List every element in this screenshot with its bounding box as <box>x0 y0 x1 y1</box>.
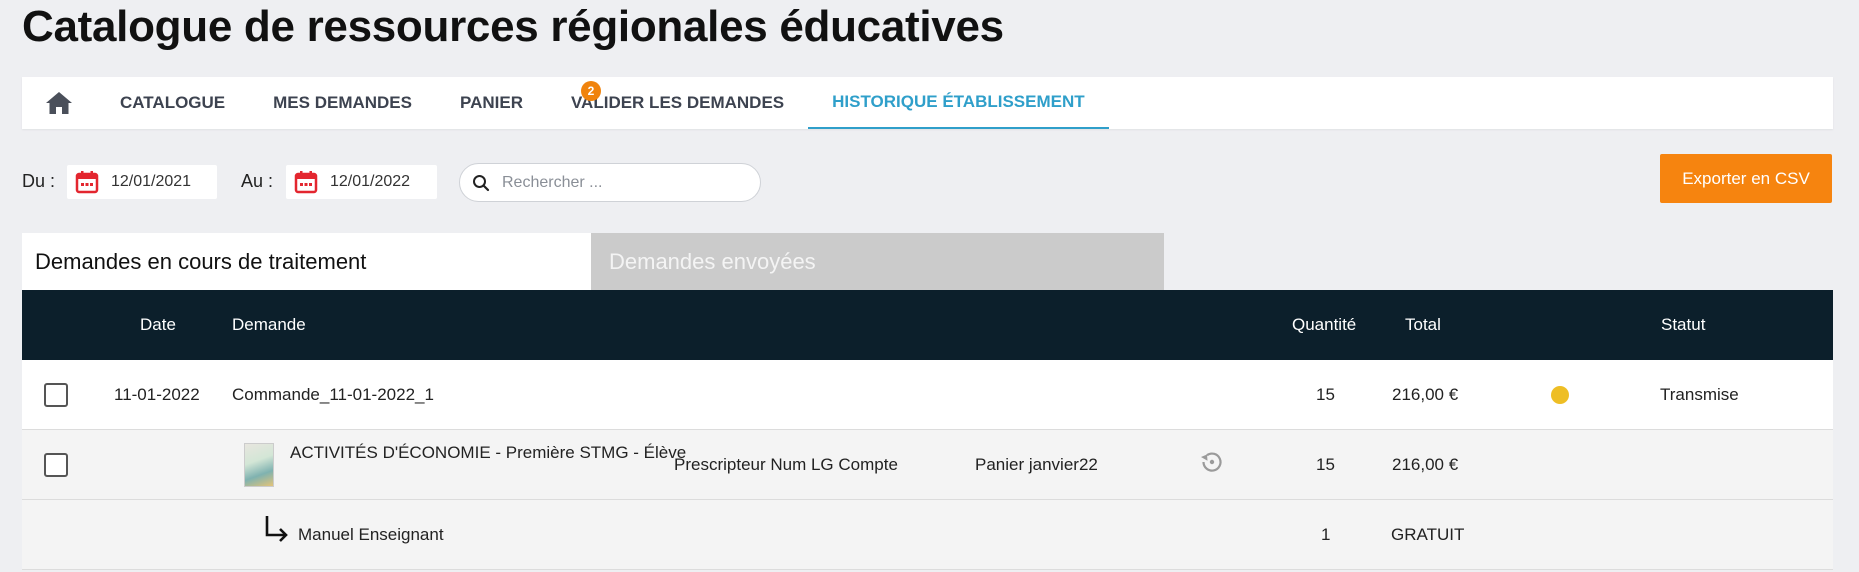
item-basket: Panier janvier22 <box>975 455 1098 474</box>
order-row[interactable]: 11-01-2022 Commande_11-01-2022_1 15 216,… <box>22 360 1833 430</box>
to-date-value: 12/01/2022 <box>330 173 411 190</box>
header-demande: Demande <box>232 315 306 334</box>
order-quantity: 15 <box>1316 385 1335 404</box>
tab-sent[interactable]: Demandes envoyées <box>591 233 1164 290</box>
order-total: 216,00 € <box>1392 385 1459 404</box>
calendar-icon <box>75 170 99 194</box>
nav-catalogue-label: CATALOGUE <box>120 93 226 112</box>
nav-panier[interactable]: PANIER <box>436 77 547 129</box>
tab-in-progress[interactable]: Demandes en cours de traitement <box>22 233 591 290</box>
search-input[interactable] <box>502 173 742 192</box>
item-row[interactable]: ACTIVITÉS D'ÉCONOMIE - Première STMG - É… <box>22 430 1833 500</box>
from-date-field[interactable]: 12/01/2021 <box>67 165 217 199</box>
sub-item-name: Manuel Enseignant <box>298 525 444 544</box>
item-quantity: 15 <box>1316 455 1335 474</box>
tab-in-progress-label: Demandes en cours de traitement <box>35 248 367 274</box>
nav-mes-demandes-label: MES DEMANDES <box>273 93 412 112</box>
nav-valider-demandes[interactable]: 2 VALIDER LES DEMANDES <box>547 77 808 129</box>
home-icon <box>46 92 72 114</box>
requests-table: Date Demande Quantité Total Statut 11-01… <box>22 290 1833 570</box>
nav-catalogue[interactable]: CATALOGUE <box>96 77 249 129</box>
header-quantite: Quantité <box>1292 315 1357 334</box>
order-status: Transmise <box>1660 385 1739 404</box>
page-title: Catalogue de ressources régionales éduca… <box>22 2 1004 51</box>
to-date-field[interactable]: 12/01/2022 <box>286 165 437 199</box>
tab-sent-label: Demandes envoyées <box>609 248 816 274</box>
sub-item-total: GRATUIT <box>1391 525 1465 544</box>
sub-item-quantity: 1 <box>1321 525 1331 544</box>
calendar-icon <box>294 170 318 194</box>
item-name[interactable]: ACTIVITÉS D'ÉCONOMIE - Première STMG - É… <box>290 441 690 465</box>
subdirectory-arrow-icon <box>262 513 290 550</box>
to-date-label: Au : <box>241 171 274 191</box>
order-name: Commande_11-01-2022_1 <box>232 385 434 404</box>
main-nav: CATALOGUE MES DEMANDES PANIER 2 VALIDER … <box>22 77 1833 129</box>
nav-home[interactable] <box>22 77 96 129</box>
search-icon <box>472 174 490 192</box>
sub-item-row: Manuel Enseignant 1 GRATUIT <box>22 500 1833 570</box>
order-date: 11-01-2022 <box>114 385 200 404</box>
from-date-label: Du : <box>22 171 56 191</box>
nav-mes-demandes[interactable]: MES DEMANDES <box>249 77 436 129</box>
header-statut: Statut <box>1661 315 1706 334</box>
order-checkbox[interactable] <box>44 383 68 407</box>
search-box <box>459 163 761 202</box>
status-dot-icon <box>1551 386 1569 404</box>
header-total: Total <box>1405 315 1441 334</box>
from-date-value: 12/01/2021 <box>111 173 192 190</box>
book-cover-thumbnail <box>244 443 274 487</box>
item-checkbox[interactable] <box>44 453 68 477</box>
nav-historique-label: HISTORIQUE ÉTABLISSEMENT <box>832 92 1085 111</box>
table-header: Date Demande Quantité Total Statut <box>22 290 1833 360</box>
nav-valider-demandes-label: VALIDER LES DEMANDES <box>570 93 785 112</box>
nav-panier-label: PANIER <box>460 93 523 112</box>
export-csv-button[interactable]: Exporter en CSV <box>1660 154 1832 203</box>
header-date: Date <box>140 315 176 334</box>
nav-historique-etablissement[interactable]: HISTORIQUE ÉTABLISSEMENT <box>808 77 1109 129</box>
item-prescriber: Prescripteur Num LG Compte <box>674 455 898 474</box>
restore-icon[interactable] <box>1198 448 1226 481</box>
item-total: 216,00 € <box>1392 455 1459 474</box>
pending-count-badge: 2 <box>580 81 601 101</box>
